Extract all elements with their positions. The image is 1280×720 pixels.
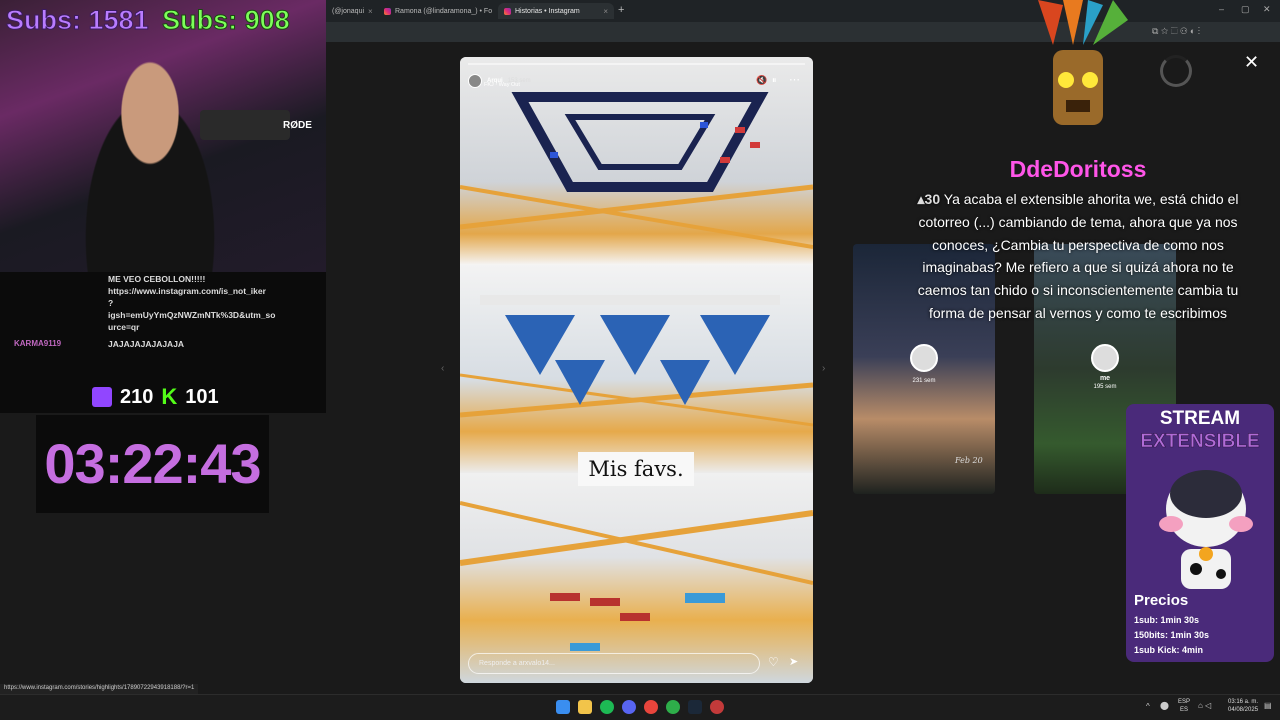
ceiling-sculpture-graphic (460, 295, 813, 427)
chrome-icon[interactable] (644, 700, 658, 714)
lang-region: ES (1180, 707, 1189, 713)
card-date: Feb 20 (955, 456, 983, 465)
network-volume-icons[interactable]: ⌂ ◁ (1198, 701, 1211, 710)
avatar (1091, 344, 1119, 372)
avatar (910, 344, 938, 372)
promo-subtitle: EXTENSIBLE (1140, 431, 1260, 453)
instagram-icon (384, 7, 391, 15)
subs-kick: Subs: 908 (162, 5, 291, 36)
send-icon[interactable]: ➤ (789, 655, 798, 668)
close-window-icon[interactable]: ✕ (1263, 4, 1271, 15)
more-icon[interactable]: ⋯ (789, 73, 800, 86)
mute-icon[interactable]: 🔇 (756, 75, 767, 86)
stream-extensible-panel: STREAM EXTENSIBLE Precios 1sub: 1min 30s… (1126, 404, 1274, 662)
story-caption: Mis favs. (578, 452, 694, 486)
pause-icon[interactable]: ⏸ (772, 75, 777, 86)
loading-spinner-icon (1160, 55, 1192, 87)
story-header: Arqui 153 sem (468, 71, 805, 91)
steam-icon[interactable] (688, 700, 702, 714)
story-song[interactable]: FKJ · Way Out (484, 82, 520, 88)
taskbar-clock[interactable]: 03:16 a. m. 04/08/2025 (1228, 698, 1258, 714)
prices-title: Precios (1134, 592, 1189, 609)
tab-label: Ramona (@lindaramona_) • Fo (395, 7, 493, 15)
webcam-feed: RØDE (0, 0, 326, 272)
cow-mascot-graphic (1159, 470, 1253, 589)
price-item: 1sub Kick: 4min (1134, 645, 1204, 655)
story-photo-ceiling-2 (460, 265, 813, 473)
avatar[interactable] (468, 74, 482, 88)
close-icon[interactable]: × (603, 7, 608, 16)
chat-message: igsh=emUyYmQzNWZmNTk%3D&utm_so (108, 310, 276, 320)
file-explorer-icon[interactable] (578, 700, 592, 714)
prev-story-icon[interactable]: ‹ (441, 363, 444, 374)
tiki-mask-icon (1018, 0, 1136, 140)
chat-message: urce=qr (108, 322, 140, 332)
mic-brand: RØDE (283, 120, 312, 131)
story-progress-bar (468, 63, 805, 65)
notification-icon[interactable]: ▤ (1264, 701, 1272, 710)
subs-counter: Subs: 1581 Subs: 908 (6, 5, 291, 36)
lang-code: ESP (1178, 699, 1191, 705)
donor-name: DdeDoritoss (1009, 156, 1147, 182)
tab-label: (@jonaqui (332, 7, 365, 15)
maximize-icon[interactable]: ▢ (1241, 4, 1250, 15)
donation-message: ▴30 Ya acaba el extensible ahorita we, e… (906, 188, 1250, 325)
donation-amount: 30 (924, 191, 941, 207)
status-url: https://www.instagram.com/stories/highli… (0, 684, 199, 694)
viewers-twitch: 210 (120, 385, 154, 408)
tab-jonaqui[interactable]: (@jonaqui × (326, 3, 374, 19)
tray-app-icon[interactable]: ⬤ (1160, 701, 1169, 710)
next-story-icon[interactable]: › (822, 363, 825, 374)
language-indicator[interactable]: ESP ES (1178, 698, 1190, 714)
donation-text: Ya acaba el extensible ahorita we, está … (917, 191, 1239, 321)
tab-ramona[interactable]: Ramona (@lindaramona_) • Fo × (378, 3, 496, 19)
chat-username: KARMA9119 (14, 339, 62, 348)
chat-message: https://www.instagram.com/is_not_iker (108, 286, 266, 296)
chat-message: JAJAJAJAJAJAJA (108, 339, 185, 349)
tiki-mask-graphic (1038, 0, 1128, 125)
toolbar-icons[interactable]: ⧉ ☆ ⬚ ⚇ ◐ ⋮ (1152, 26, 1200, 37)
chat-message: ME VEO CEBOLLON!!!!! (108, 274, 206, 284)
close-icon[interactable]: × (368, 7, 373, 16)
microphone-arm (200, 110, 290, 140)
price-item: 150bits: 1min 30s (1134, 630, 1210, 640)
windows-start-icon[interactable] (556, 700, 570, 714)
card-time: 195 sem (1093, 384, 1117, 390)
tab-label: Historias • Instagram (515, 7, 580, 15)
twitch-icon (92, 387, 112, 407)
xbox-icon[interactable] (666, 700, 680, 714)
instagram-icon (504, 7, 511, 15)
card-username: me (1099, 375, 1111, 382)
clock-time: 03:16 a. m. (1228, 699, 1259, 705)
heart-icon[interactable]: ♡ (768, 655, 779, 669)
story-photo-ceiling-3 (460, 473, 813, 683)
chat-message: ? (108, 298, 114, 308)
new-tab-button[interactable]: + (618, 4, 624, 16)
reply-input[interactable]: Responde a arxvalo14... (468, 653, 760, 674)
kick-icon: K (161, 384, 178, 409)
story-frame[interactable]: Arqui 153 sem FKJ · Way Out 🔇 ⏸ ⋯ (460, 57, 813, 683)
discord-icon[interactable] (622, 700, 636, 714)
streamer (60, 45, 240, 272)
taskbar (0, 694, 1280, 720)
app-icon[interactable] (710, 700, 724, 714)
viewer-counts: 210 K 101 (92, 384, 219, 410)
tab-historias[interactable]: Historias • Instagram × (498, 3, 614, 19)
promo-title: STREAM (1159, 408, 1241, 429)
tray-chevron-icon[interactable]: ^ (1146, 702, 1150, 711)
price-item: 1sub: 1min 30s (1134, 615, 1200, 625)
ceiling-sculpture-graphic (460, 501, 813, 651)
viewers-kick: 101 (185, 385, 219, 408)
clock-date: 04/08/2025 (1228, 707, 1259, 713)
bits-icon: ▴ (917, 191, 925, 207)
minimize-icon[interactable]: – (1219, 4, 1224, 14)
card-time: 231 sem (912, 378, 936, 384)
subs-twitch: Subs: 1581 (6, 5, 150, 36)
close-icon[interactable]: ✕ (1244, 52, 1259, 73)
spotify-icon[interactable] (600, 700, 614, 714)
stream-timer: 03:22:43 (36, 415, 269, 513)
